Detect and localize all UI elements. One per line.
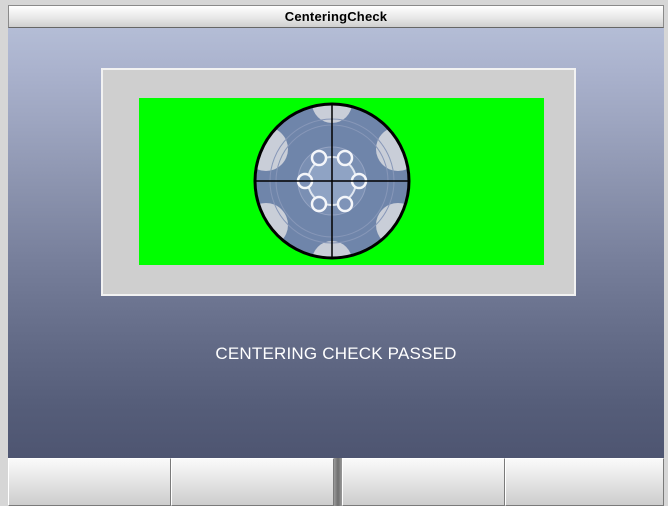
function-button-2[interactable] <box>171 458 334 506</box>
button-separator <box>334 458 342 506</box>
app-window: CenteringCheck CENTERING CHECK PASSED <box>0 0 668 506</box>
function-button-4[interactable] <box>505 458 664 506</box>
window-title: CenteringCheck <box>284 9 388 24</box>
wheel-rim-crosshair-icon <box>253 102 411 260</box>
function-button-bar <box>8 458 664 506</box>
function-button-1[interactable] <box>8 458 171 506</box>
function-button-3[interactable] <box>342 458 505 506</box>
main-area: CENTERING CHECK PASSED <box>8 28 664 458</box>
title-bar: CenteringCheck <box>8 5 664 28</box>
status-message: CENTERING CHECK PASSED <box>215 344 457 363</box>
